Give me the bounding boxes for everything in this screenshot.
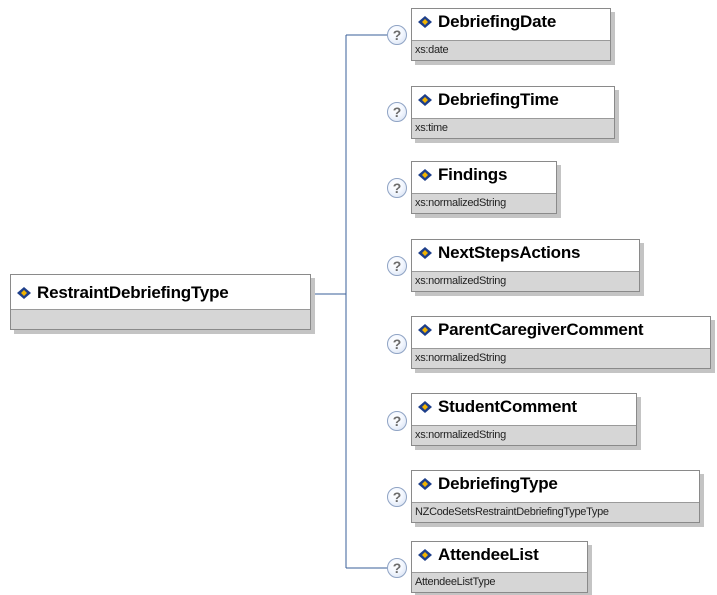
element-icon [418, 94, 432, 106]
root-element-type-bar [11, 309, 310, 329]
element-type: AttendeeListType [412, 572, 587, 592]
element-icon [418, 549, 432, 561]
element-name: StudentComment [438, 397, 577, 416]
element-type: xs:normalizedString [412, 193, 556, 213]
element-studentcomment[interactable]: StudentComment xs:normalizedString [411, 393, 637, 446]
root-element-header: RestraintDebriefingType [11, 275, 310, 311]
element-icon [418, 324, 432, 336]
element-icon [418, 401, 432, 413]
root-element-name: RestraintDebriefingType [37, 283, 229, 302]
element-name: ParentCaregiverComment [438, 320, 644, 339]
element-name: DebriefingType [438, 474, 558, 493]
help-icon[interactable]: ? [387, 102, 407, 122]
element-icon [418, 247, 432, 259]
root-element-box[interactable]: RestraintDebriefingType [10, 274, 311, 330]
element-type: xs:normalizedString [412, 271, 639, 291]
element-header: DebriefingType [412, 471, 699, 497]
element-type: xs:time [412, 118, 614, 138]
element-header: StudentComment [412, 394, 636, 420]
element-name: DebriefingDate [438, 12, 557, 31]
element-name: DebriefingTime [438, 90, 559, 109]
help-icon[interactable]: ? [387, 334, 407, 354]
element-type: xs:date [412, 40, 610, 60]
element-type: NZCodeSetsRestraintDebriefingTypeType [412, 502, 699, 522]
element-name: AttendeeList [438, 545, 539, 564]
element-parentcaregivercomment[interactable]: ParentCaregiverComment xs:normalizedStri… [411, 316, 711, 369]
element-header: DebriefingTime [412, 87, 614, 113]
element-name: Findings [438, 165, 508, 184]
element-type: xs:normalizedString [412, 425, 636, 445]
help-icon[interactable]: ? [387, 256, 407, 276]
element-findings[interactable]: Findings xs:normalizedString [411, 161, 557, 214]
element-icon [418, 16, 432, 28]
help-icon[interactable]: ? [387, 558, 407, 578]
help-icon[interactable]: ? [387, 487, 407, 507]
element-icon [418, 169, 432, 181]
help-icon[interactable]: ? [387, 178, 407, 198]
element-header: Findings [412, 162, 556, 188]
element-header: AttendeeList [412, 542, 587, 568]
element-nextstepsactions[interactable]: NextStepsActions xs:normalizedString [411, 239, 640, 292]
element-debriefingdate[interactable]: DebriefingDate xs:date [411, 8, 611, 61]
help-icon[interactable]: ? [387, 411, 407, 431]
element-header: NextStepsActions [412, 240, 639, 266]
element-icon [418, 478, 432, 490]
help-icon[interactable]: ? [387, 25, 407, 45]
element-name: NextStepsActions [438, 243, 581, 262]
element-icon [17, 287, 31, 299]
element-debriefingtime[interactable]: DebriefingTime xs:time [411, 86, 615, 139]
element-debriefingtype[interactable]: DebriefingType NZCodeSetsRestraintDebrie… [411, 470, 700, 523]
element-type: xs:normalizedString [412, 348, 710, 368]
element-attendeelist[interactable]: AttendeeList AttendeeListType [411, 541, 588, 593]
element-header: ParentCaregiverComment [412, 317, 710, 343]
element-header: DebriefingDate [412, 9, 610, 35]
